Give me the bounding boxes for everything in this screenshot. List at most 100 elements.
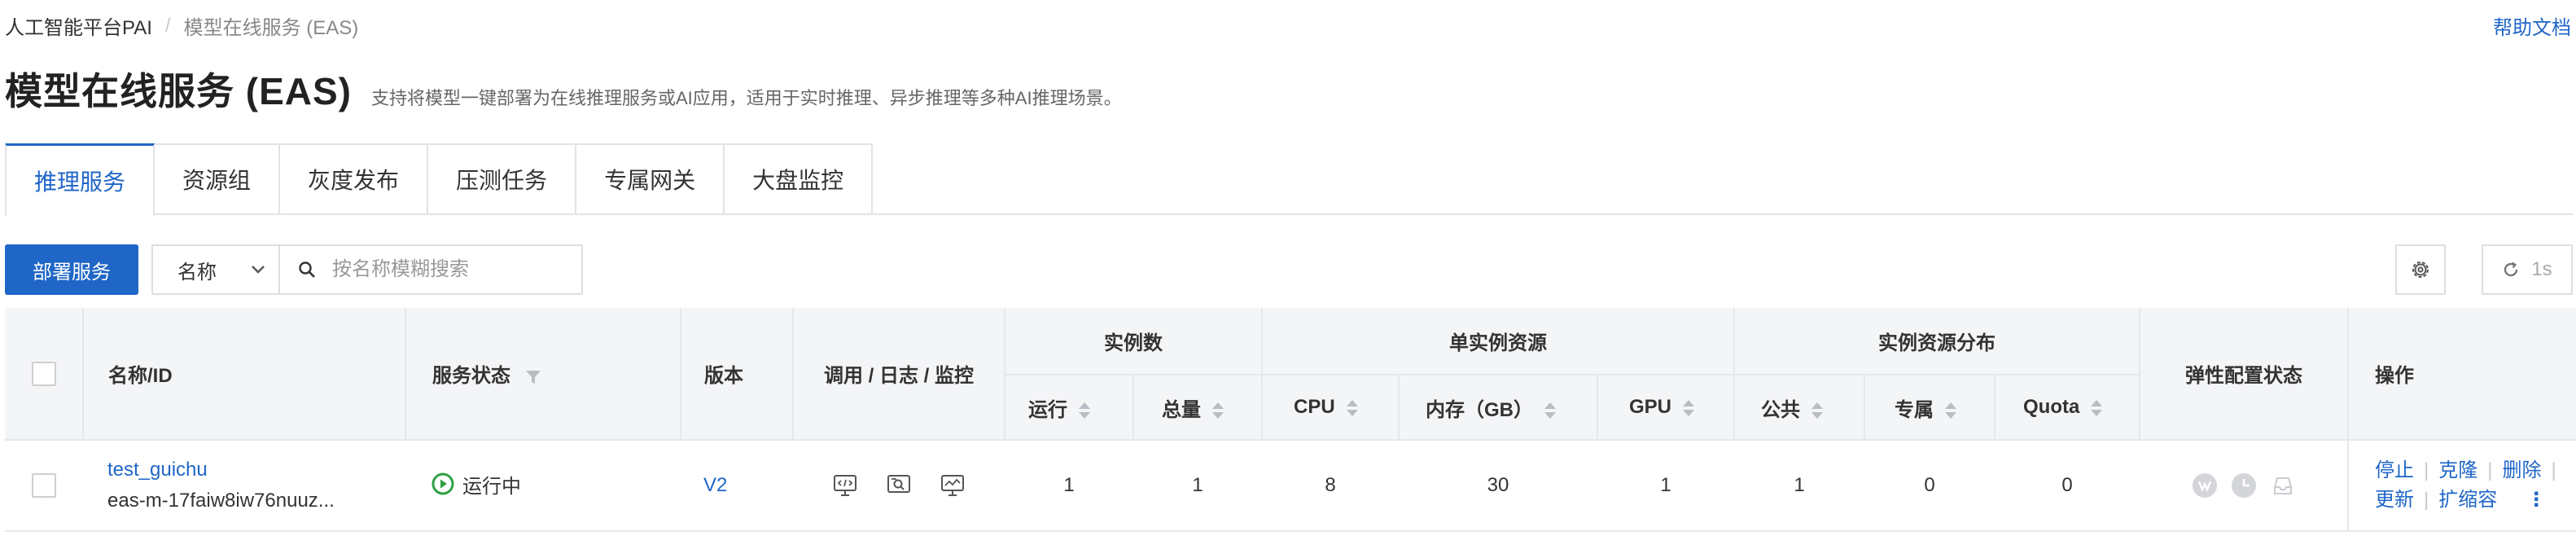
header-gpu-cell[interactable]: GPU [1597, 375, 1736, 441]
tab-stress-test[interactable]: 压测任务 [428, 143, 577, 215]
action-divider: | [2551, 459, 2556, 481]
header-public: 公共 [1761, 398, 1801, 421]
sort-icon[interactable] [1346, 399, 1358, 416]
tab-resource-group[interactable]: 资源组 [155, 143, 281, 215]
header-dedicated-cell[interactable]: 专属 [1864, 375, 1996, 441]
clone-action[interactable]: 克隆 [2438, 459, 2477, 481]
search-input[interactable] [332, 258, 568, 281]
header-running-cell[interactable]: 运行 [1005, 375, 1134, 441]
sort-icon[interactable] [1544, 402, 1556, 420]
header-total-cell[interactable]: 总量 [1133, 375, 1263, 441]
action-divider: | [2424, 459, 2429, 481]
elastic-icon-row [2162, 472, 2324, 499]
version-link[interactable]: V2 [703, 474, 727, 496]
header-cpu-cell[interactable]: CPU [1262, 375, 1400, 441]
gpu-value: 1 [1597, 440, 1735, 532]
elastic-status-cell [2140, 440, 2349, 532]
row-checkbox[interactable] [32, 473, 56, 498]
status-text: 运行中 [462, 475, 521, 498]
tab-dashboard[interactable]: 大盘监控 [725, 143, 874, 215]
actions-line-2: 更新 | 扩缩容 ⋮ [2375, 485, 2576, 515]
stop-action[interactable]: 停止 [2375, 459, 2414, 481]
search-field-select[interactable]: 名称 [153, 246, 280, 293]
header-memory: 内存（GB） [1426, 398, 1533, 421]
scale-action[interactable]: 扩缩容 [2438, 489, 2497, 511]
service-name-cell: test_guichu eas-m-17faiw8iw76nuuz... [83, 440, 405, 532]
service-name-link[interactable]: test_guichu [107, 459, 383, 481]
help-docs-link[interactable]: 帮助文档 [2493, 11, 2571, 40]
actions-cell: 停止 | 克隆 | 删除 | 更新 | 扩缩容 ⋮ [2347, 440, 2576, 532]
service-id: eas-m-17faiw8iw76nuuz... [107, 490, 335, 512]
toolbar: 部署服务 名称 1s [5, 243, 2573, 297]
title-row: 模型在线服务 (EAS) 支持将模型一键部署为在线推理服务或AI应用，适用于实时… [5, 62, 1122, 116]
schedule-icon [2231, 473, 2256, 498]
header-quota-cell[interactable]: Quota [1995, 375, 2141, 441]
filter-icon[interactable] [524, 368, 542, 386]
invoke-icon-row [816, 474, 982, 497]
header-quota: Quota [2023, 396, 2080, 418]
header-name-id: 名称/ID [83, 308, 406, 441]
service-status-cell: 运行中 [405, 440, 681, 532]
cpu-value: 8 [1262, 440, 1399, 532]
refresh-button[interactable]: 1s [2482, 244, 2573, 295]
delete-action[interactable]: 删除 [2503, 459, 2542, 481]
breadcrumb: 人工智能平台PAI / 模型在线服务 (EAS) [5, 11, 358, 40]
sort-icon[interactable] [1079, 402, 1090, 420]
header-single-resource-group: 单实例资源 [1262, 308, 1736, 376]
header-distribution-group: 实例资源分布 [1734, 308, 2141, 376]
memory-value: 30 [1399, 440, 1597, 532]
tab-bar: 推理服务 资源组 灰度发布 压测任务 专属网关 大盘监控 [5, 143, 2573, 217]
actions-group: 停止 | 克隆 | 删除 | 更新 | 扩缩容 ⋮ [2375, 456, 2576, 515]
public-count: 1 [1734, 440, 1865, 532]
refresh-interval: 1s [2531, 258, 2552, 280]
inbox-icon [2273, 477, 2292, 494]
breadcrumb-root[interactable]: 人工智能平台PAI [5, 11, 152, 40]
tab-dedicated-gateway[interactable]: 专属网关 [576, 143, 725, 215]
search-group: 名称 [151, 244, 583, 295]
header-memory-cell[interactable]: 内存（GB） [1399, 375, 1598, 441]
deploy-service-button[interactable]: 部署服务 [5, 244, 138, 295]
header-elastic-status: 弹性配置状态 [2140, 308, 2350, 441]
sort-icon[interactable] [1945, 402, 1957, 420]
quota-count: 0 [1995, 440, 2140, 532]
header-total: 总量 [1162, 398, 1201, 421]
tab-inference-service[interactable]: 推理服务 [5, 143, 156, 217]
header-invoke-log-monitor: 调用 / 日志 / 监控 [793, 308, 1005, 441]
page-description: 支持将模型一键部署为在线推理服务或AI应用，适用于实时推理、异步推理等多种AI推… [371, 88, 1122, 108]
service-table: 名称/ID 服务状态 版本 调用 / 日志 / 监控 实例数 单实例资源 实例资… [5, 308, 2576, 536]
invoke-log-monitor-cell [793, 440, 1005, 532]
update-action[interactable]: 更新 [2375, 489, 2414, 511]
monitor-icon[interactable] [940, 474, 965, 497]
breadcrumb-current: 模型在线服务 (EAS) [183, 17, 359, 39]
running-count: 1 [1005, 440, 1133, 532]
table-row[interactable]: test_guichu eas-m-17faiw8iw76nuuz... 运行中… [5, 440, 2576, 532]
dedicated-count: 0 [1864, 440, 1996, 532]
page-title: 模型在线服务 (EAS) [5, 70, 352, 112]
sort-icon[interactable] [2091, 399, 2103, 416]
header-gpu: GPU [1629, 396, 1672, 418]
header-running: 运行 [1028, 398, 1067, 421]
log-icon[interactable] [887, 474, 911, 497]
sort-icon[interactable] [1683, 399, 1695, 416]
invoke-icon[interactable] [833, 474, 857, 497]
sort-icon[interactable] [1812, 402, 1824, 420]
action-divider: | [2424, 489, 2429, 511]
action-divider: | [2487, 459, 2493, 481]
actions-line-1: 停止 | 克隆 | 删除 | [2375, 456, 2576, 485]
breadcrumb-separator: / [164, 14, 171, 37]
gear-icon [2412, 261, 2429, 278]
search-input-wrap [280, 246, 581, 293]
refresh-icon [2504, 261, 2518, 277]
tab-canary-release[interactable]: 灰度发布 [280, 143, 429, 215]
header-cpu: CPU [1294, 396, 1335, 418]
status-badge: 运行中 [432, 470, 521, 499]
header-status: 服务状态 [432, 365, 510, 387]
settings-button[interactable] [2395, 244, 2446, 295]
select-all-cell [5, 308, 84, 441]
sort-icon[interactable] [1212, 402, 1224, 420]
more-icon[interactable]: ⋮ [2526, 489, 2546, 511]
select-all-checkbox[interactable] [31, 361, 56, 386]
header-public-cell[interactable]: 公共 [1734, 375, 1866, 441]
header-dedicated: 专属 [1895, 398, 1934, 421]
table-header-row-1: 名称/ID 服务状态 版本 调用 / 日志 / 监控 实例数 单实例资源 实例资… [5, 308, 2576, 441]
